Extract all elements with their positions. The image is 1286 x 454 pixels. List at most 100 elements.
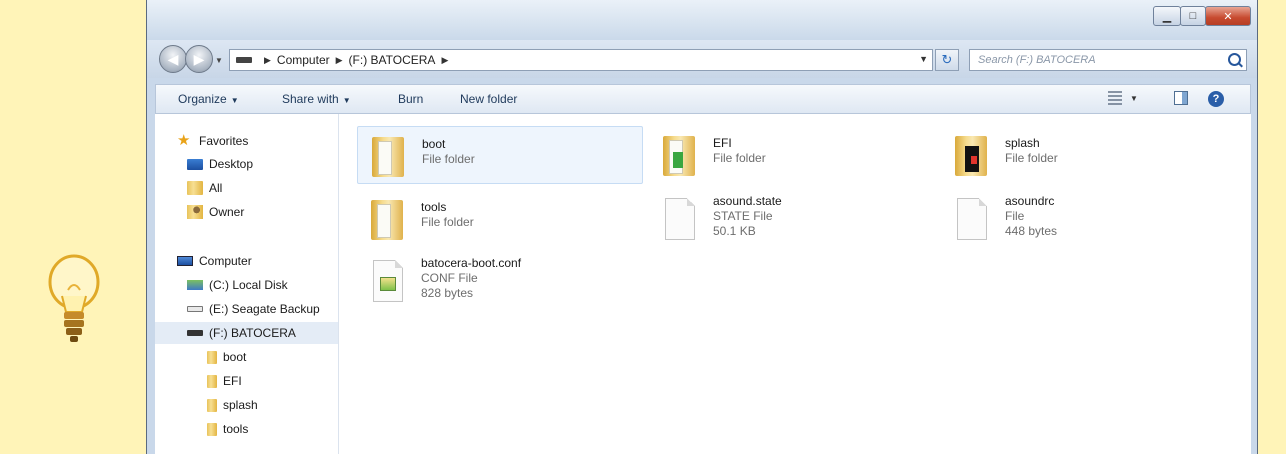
sidebar-item-splash[interactable]: splash	[207, 394, 258, 416]
recent-pages-chevron-icon[interactable]: ▼	[215, 56, 223, 65]
folder-icon	[368, 133, 406, 177]
sidebar-item-label: Owner	[209, 205, 245, 219]
navigation-pane: ★ Favorites Desktop All Owner Computer (…	[155, 114, 339, 454]
file-type: File folder	[1005, 151, 1058, 165]
folder-icon	[207, 374, 217, 388]
folder-icon	[659, 132, 697, 176]
computer-icon	[177, 256, 193, 266]
sidebar-item-tools[interactable]: tools	[207, 418, 248, 440]
folder-icon	[207, 350, 217, 364]
sidebar-item-seagate[interactable]: (E:) Seagate Backup	[187, 298, 320, 320]
file-item-tools[interactable]: tools File folder	[357, 190, 643, 248]
file-item-splash[interactable]: splash File folder	[941, 126, 1227, 184]
explorer-window: ▁ □ ✕ ◀ ▶ ▼ ▶ Computer ▶ (F:) BATOCERA ▶…	[146, 0, 1258, 454]
address-bar[interactable]: ▶ Computer ▶ (F:) BATOCERA ▶ ▼	[229, 49, 933, 71]
file-item-asoundrc[interactable]: asoundrc File 448 bytes	[941, 190, 1227, 248]
file-icon	[951, 196, 989, 240]
sidebar-item-label: EFI	[223, 374, 242, 388]
breadcrumb-separator-icon[interactable]: ▶	[336, 55, 343, 66]
conf-file-icon	[367, 258, 405, 302]
local-disk-icon	[187, 280, 203, 290]
breadcrumb-computer[interactable]: Computer	[277, 53, 330, 67]
sidebar-item-batocera[interactable]: (F:) BATOCERA	[155, 322, 338, 344]
back-button[interactable]: ◀	[159, 45, 187, 73]
sidebar-item-label: Desktop	[209, 157, 254, 171]
address-row: ◀ ▶ ▼ ▶ Computer ▶ (F:) BATOCERA ▶ ▼ ↻ S…	[147, 40, 1257, 78]
right-margin	[1258, 0, 1286, 454]
file-item-asound-state[interactable]: asound.state STATE File 50.1 KB	[649, 190, 935, 248]
file-size: 448 bytes	[1005, 224, 1058, 238]
sidebar-item-boot[interactable]: boot	[207, 346, 246, 368]
file-type: CONF File	[421, 271, 478, 285]
maximize-button[interactable]: □	[1180, 6, 1206, 26]
file-name: tools	[421, 200, 447, 214]
file-icon	[659, 196, 697, 240]
sidebar-item-desktop[interactable]: Desktop	[187, 153, 253, 175]
search-placeholder: Search (F:) BATOCERA	[978, 54, 1096, 66]
sidebar-item-owner[interactable]: Owner	[187, 201, 244, 223]
usb-drive-icon	[187, 330, 203, 336]
file-type: File folder	[421, 215, 474, 229]
organize-label: Organize	[178, 92, 227, 106]
burn-button[interactable]: Burn	[398, 92, 423, 106]
file-type: STATE File	[713, 209, 773, 223]
file-size: 828 bytes	[421, 286, 474, 300]
desktop-icon	[187, 158, 203, 170]
share-with-label: Share with	[282, 92, 339, 106]
forward-button[interactable]: ▶	[185, 45, 213, 73]
address-dropdown-icon[interactable]: ▼	[919, 54, 928, 64]
file-type: File folder	[422, 152, 475, 166]
search-icon[interactable]	[1228, 53, 1241, 66]
command-bar: Organize ▼ Share with ▼ Burn New folder ▼ …	[155, 84, 1251, 114]
refresh-button[interactable]: ↻	[935, 49, 959, 71]
preview-pane-icon[interactable]	[1174, 91, 1188, 105]
sidebar-item-label: tools	[223, 422, 249, 436]
chevron-down-icon: ▼	[230, 96, 239, 105]
minimize-button[interactable]: ▁	[1153, 6, 1181, 26]
folder-icon	[207, 422, 217, 436]
file-type: File folder	[713, 151, 766, 165]
sidebar-item-label: Computer	[199, 254, 252, 268]
folder-icon	[187, 181, 203, 195]
user-folder-icon	[187, 205, 203, 219]
file-item-efi[interactable]: EFI File folder	[649, 126, 935, 184]
help-icon[interactable]: ?	[1208, 91, 1224, 107]
breadcrumb-separator-icon[interactable]: ▶	[441, 55, 448, 66]
usb-drive-icon	[236, 57, 252, 63]
sidebar-item-favorites[interactable]: ★ Favorites	[177, 130, 248, 152]
change-view-icon[interactable]	[1108, 91, 1122, 105]
file-list: boot File folder EFI File folder splash …	[339, 114, 1251, 454]
sidebar-item-label: (C:) Local Disk	[209, 278, 288, 292]
file-name: EFI	[713, 136, 732, 150]
sidebar-item-label: Favorites	[199, 134, 249, 148]
share-with-button[interactable]: Share with ▼	[282, 92, 351, 106]
breadcrumb-separator-icon[interactable]: ▶	[264, 55, 271, 66]
sidebar-item-efi[interactable]: EFI	[207, 370, 242, 392]
breadcrumb-batocera[interactable]: (F:) BATOCERA	[349, 53, 436, 67]
organize-button[interactable]: Organize ▼	[178, 92, 239, 106]
file-item-boot[interactable]: boot File folder	[357, 126, 643, 184]
folder-icon	[367, 196, 405, 240]
sidebar-item-label: splash	[223, 398, 258, 412]
file-name: asoundrc	[1005, 194, 1055, 208]
file-name: batocera-boot.conf	[421, 256, 522, 270]
search-input[interactable]: Search (F:) BATOCERA	[969, 49, 1247, 71]
drive-icon	[187, 306, 203, 312]
chevron-down-icon[interactable]: ▼	[1130, 94, 1138, 103]
sidebar-item-label: (F:) BATOCERA	[209, 326, 296, 340]
sidebar-item-computer[interactable]: Computer	[177, 250, 252, 272]
new-folder-button[interactable]: New folder	[460, 92, 517, 106]
sidebar-item-local-disk[interactable]: (C:) Local Disk	[187, 274, 288, 296]
lightbulb-icon	[48, 254, 100, 342]
star-icon: ★	[177, 132, 191, 149]
file-type: File	[1005, 209, 1025, 223]
title-bar[interactable]: ▁ □ ✕	[147, 0, 1257, 40]
sidebar-item-all[interactable]: All	[187, 177, 222, 199]
close-button[interactable]: ✕	[1205, 6, 1251, 26]
sidebar-item-label: (E:) Seagate Backup	[209, 302, 320, 316]
file-item-batocera-boot-conf[interactable]: batocera-boot.conf CONF File 828 bytes	[357, 252, 643, 310]
file-name: splash	[1005, 136, 1040, 150]
folder-icon	[207, 398, 217, 412]
file-size: 50.1 KB	[713, 224, 756, 238]
folder-icon	[951, 132, 989, 176]
